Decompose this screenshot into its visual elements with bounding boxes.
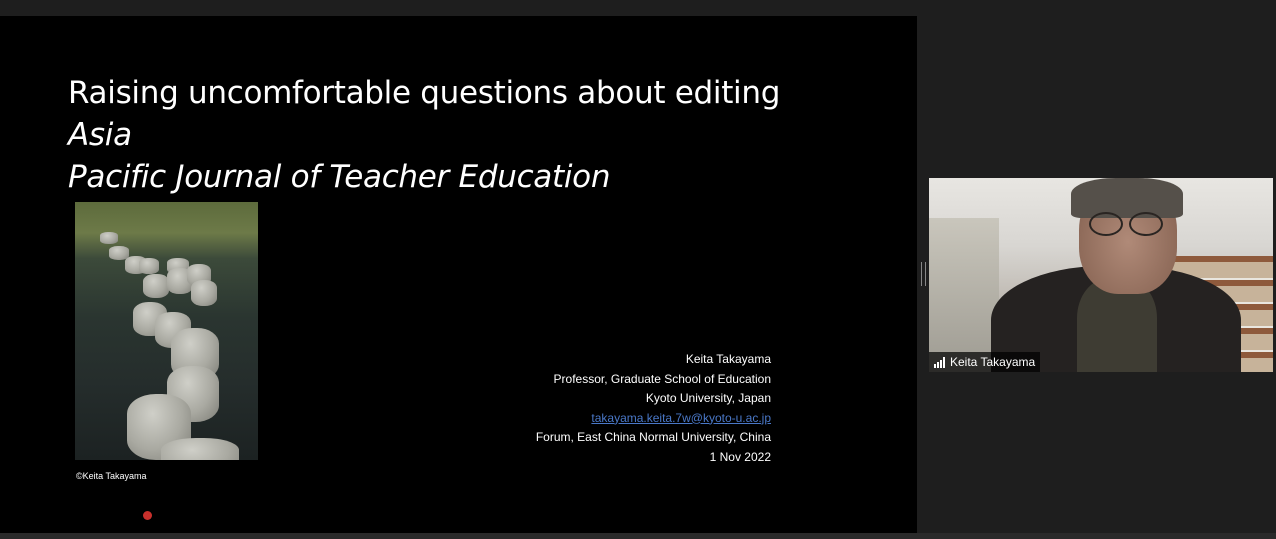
- resize-handle[interactable]: [921, 262, 926, 286]
- participant-video-tile[interactable]: [929, 178, 1273, 372]
- background-window: [929, 218, 999, 372]
- bottom-bar: [0, 533, 1276, 539]
- participant-glasses: [1089, 212, 1171, 236]
- participant-name: Keita Takayama: [950, 355, 1036, 369]
- event-name: Forum, East China Normal University, Chi…: [535, 430, 771, 444]
- slide-title-plain: Raising uncomfortable questions about ed…: [68, 75, 781, 111]
- shared-screen-slide: Raising uncomfortable questions about ed…: [0, 16, 917, 533]
- photo-credit: ©Keita Takayama: [76, 471, 147, 481]
- top-bar: [0, 0, 1276, 16]
- stepping-stones-photo: [75, 202, 258, 460]
- presenter-info: Keita Takayama Professor, Graduate Schoo…: [536, 350, 771, 467]
- event-date: 1 Nov 2022: [709, 449, 771, 464]
- presenter-position: Professor, Graduate School of Education: [553, 371, 771, 386]
- presenter-email-link[interactable]: takayama.keita.7w@kyoto-u.ac.jp: [536, 409, 771, 429]
- presenter-name: Keita Takayama: [685, 352, 771, 366]
- laser-pointer-dot: [143, 511, 152, 520]
- signal-bars-icon: [934, 356, 945, 368]
- slide-title-italic-1: Asia: [68, 117, 132, 153]
- slide-title: Raising uncomfortable questions about ed…: [68, 72, 848, 198]
- slide-title-italic-2: Pacific Journal of Teacher Education: [68, 159, 611, 195]
- participant-name-tag: Keita Takayama: [929, 352, 1041, 372]
- presenter-affiliation: Kyoto University, Japan: [645, 391, 771, 405]
